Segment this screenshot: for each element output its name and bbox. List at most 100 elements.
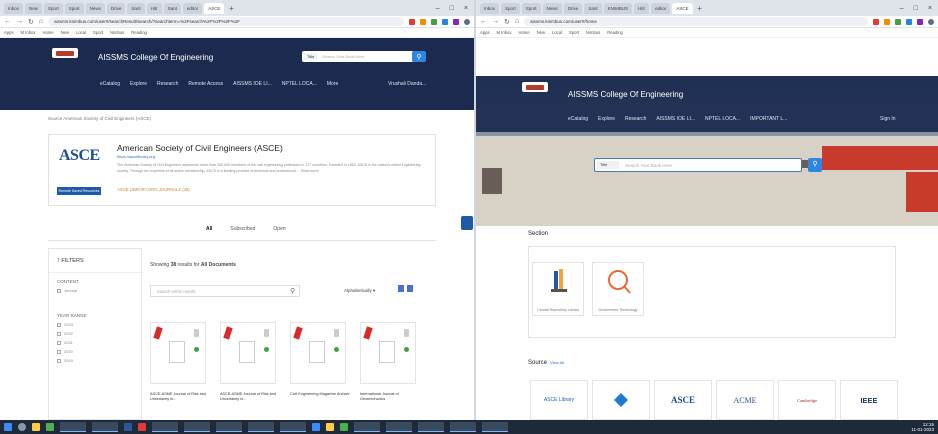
college-logo[interactable] bbox=[522, 82, 548, 92]
publisher-url[interactable]: https://ascelibrary.org bbox=[117, 154, 155, 159]
folder-icon[interactable] bbox=[32, 423, 40, 431]
taskbar-app[interactable] bbox=[60, 422, 86, 432]
taskbar-app[interactable] bbox=[354, 422, 380, 432]
browser-tab[interactable]: Inbox bbox=[4, 2, 24, 14]
college-logo[interactable] bbox=[52, 48, 78, 58]
taskbar-app[interactable] bbox=[386, 422, 412, 432]
tab-all[interactable]: All bbox=[206, 226, 212, 232]
bookmark-item[interactable]: Local bbox=[76, 30, 86, 35]
browser-tab[interactable]: New bbox=[25, 2, 43, 14]
menu-item-important[interactable]: IMPORTANT L... bbox=[750, 116, 787, 122]
hero-search-input[interactable]: Search Your Book Here bbox=[594, 158, 802, 172]
menu-item-ecatalog[interactable]: eCatalog bbox=[568, 116, 588, 122]
bookmark-item[interactable]: New bbox=[537, 30, 545, 35]
bookmark-item[interactable]: Apps bbox=[480, 30, 490, 35]
forward-arrow-icon[interactable]: → bbox=[492, 18, 499, 25]
source-logo-asme[interactable] bbox=[592, 380, 650, 420]
browser-tab[interactable]: Drive bbox=[106, 2, 126, 14]
minimize-button[interactable]: – bbox=[900, 5, 904, 12]
maximize-button[interactable]: □ bbox=[450, 5, 454, 12]
search-type-select[interactable]: Title bbox=[304, 53, 318, 60]
extension-icon[interactable] bbox=[420, 18, 426, 25]
reload-icon[interactable]: ↻ bbox=[504, 18, 510, 26]
document-title[interactable]: Civil Engineering Magazine Archive bbox=[290, 392, 350, 397]
menu-item-aissms-ioe[interactable]: AISSMS IOE LI... bbox=[233, 81, 272, 87]
word-icon[interactable] bbox=[124, 423, 132, 431]
menu-item-remote-access[interactable]: Remote Access bbox=[188, 81, 223, 87]
user-menu[interactable]: Vrushali Danda... bbox=[388, 81, 426, 87]
source-logo-ieee[interactable]: IEEE bbox=[840, 380, 898, 420]
browser-tab[interactable]: Drive bbox=[563, 2, 583, 14]
extension-icon[interactable] bbox=[873, 18, 879, 25]
browser-tab[interactable]: Sport bbox=[44, 2, 63, 14]
extension-icon[interactable] bbox=[917, 18, 923, 25]
college-name[interactable]: AISSMS College Of Engineering bbox=[568, 90, 683, 99]
list-view-icon[interactable] bbox=[398, 285, 404, 292]
extension-icon[interactable] bbox=[895, 18, 901, 25]
browser-tab[interactable]: Hitr bbox=[146, 2, 162, 14]
extension-icon[interactable] bbox=[453, 18, 459, 25]
bookmark-item[interactable]: Home bbox=[42, 30, 53, 35]
extension-icon[interactable] bbox=[884, 18, 890, 25]
year-checkbox[interactable]: 2020 bbox=[57, 349, 133, 354]
source-logo-acme[interactable]: ACME bbox=[716, 380, 774, 420]
browser-tab[interactable]: Sport bbox=[64, 2, 84, 14]
year-checkbox[interactable]: 2022 bbox=[57, 331, 133, 336]
browser-tab[interactable]: Hitr bbox=[634, 2, 650, 14]
taskbar-app[interactable] bbox=[184, 422, 210, 432]
source-logo-cambridge[interactable]: Cambridge bbox=[778, 380, 836, 420]
document-card[interactable] bbox=[150, 322, 206, 384]
chrome-icon[interactable] bbox=[340, 423, 348, 431]
bookmark-item[interactable]: Reading bbox=[607, 30, 623, 35]
bookmark-item[interactable]: M Inbox bbox=[497, 30, 512, 35]
extension-icon[interactable] bbox=[431, 18, 437, 25]
browser-tab[interactable]: Sport bbox=[521, 2, 541, 14]
menu-item-ecatalog[interactable]: eCatalog bbox=[100, 81, 120, 87]
reload-icon[interactable]: ↻ bbox=[28, 18, 34, 26]
bookmark-item[interactable]: Nimbus bbox=[110, 30, 124, 35]
section-tile-government[interactable]: Government Technology bbox=[592, 262, 644, 316]
menu-item-aissms-ioe[interactable]: AISSMS IOE LI... bbox=[656, 116, 695, 122]
close-button[interactable]: × bbox=[464, 5, 468, 12]
document-title[interactable]: ASCE-ASME Journal of Risk and Uncertaint… bbox=[150, 392, 210, 402]
minimize-button[interactable]: – bbox=[436, 5, 440, 12]
search-type-select[interactable]: Title bbox=[597, 161, 619, 169]
section-tile-repository[interactable]: Central Repository Library bbox=[532, 262, 584, 316]
start-icon[interactable] bbox=[312, 423, 320, 431]
taskbar-app[interactable] bbox=[216, 422, 242, 432]
browser-tab[interactable]: KNIMBUS bbox=[603, 2, 633, 14]
content-checkbox[interactable]: Journal bbox=[57, 288, 133, 293]
system-clock[interactable]: 12:15 11-01-2023 bbox=[911, 422, 934, 432]
header-search-input[interactable]: Title Search Your Book Here bbox=[302, 51, 414, 62]
home-icon[interactable]: ⌂ bbox=[515, 18, 519, 25]
browser-tab-active[interactable]: ASCE bbox=[672, 2, 693, 14]
browser-tab[interactable]: News bbox=[542, 2, 562, 14]
sort-select[interactable]: Alphabetically ▾ bbox=[344, 288, 375, 294]
publisher-links[interactable]: ASCE LIBRARY.ORG JOURNALS (28) bbox=[117, 187, 190, 192]
maximize-button[interactable]: □ bbox=[914, 5, 918, 12]
back-arrow-icon[interactable]: ← bbox=[480, 18, 487, 25]
home-icon[interactable]: ⌂ bbox=[39, 18, 43, 25]
url-field[interactable]: aissms.knimbus.com/user#/home bbox=[524, 17, 868, 26]
search-icon[interactable]: ⚲ bbox=[808, 158, 822, 172]
chrome-icon[interactable] bbox=[46, 423, 54, 431]
browser-tab[interactable]: Sant bbox=[163, 2, 181, 14]
document-card[interactable] bbox=[220, 322, 276, 384]
year-checkbox[interactable]: 2019 bbox=[57, 358, 133, 363]
menu-item-research[interactable]: Research bbox=[625, 116, 646, 122]
extension-icon[interactable] bbox=[906, 18, 912, 25]
year-checkbox[interactable]: 2023 bbox=[57, 322, 133, 327]
menu-item-more[interactable]: More bbox=[327, 81, 338, 87]
close-button[interactable]: × bbox=[928, 5, 932, 12]
browser-tab[interactable]: Sant bbox=[127, 2, 145, 14]
browser-tab[interactable]: News bbox=[85, 2, 105, 14]
college-name[interactable]: AISSMS College Of Engineering bbox=[98, 53, 213, 62]
grid-view-icon[interactable] bbox=[407, 285, 413, 292]
browser-tab[interactable]: Sport bbox=[501, 2, 520, 14]
tab-subscribed[interactable]: Subscribed bbox=[230, 226, 255, 232]
menu-item-nptel[interactable]: NPTEL LOCA... bbox=[705, 116, 740, 122]
year-checkbox[interactable]: 2021 bbox=[57, 340, 133, 345]
bookmark-item[interactable]: Nimbus bbox=[586, 30, 600, 35]
start-icon[interactable] bbox=[4, 423, 12, 431]
taskbar-app[interactable] bbox=[152, 422, 178, 432]
